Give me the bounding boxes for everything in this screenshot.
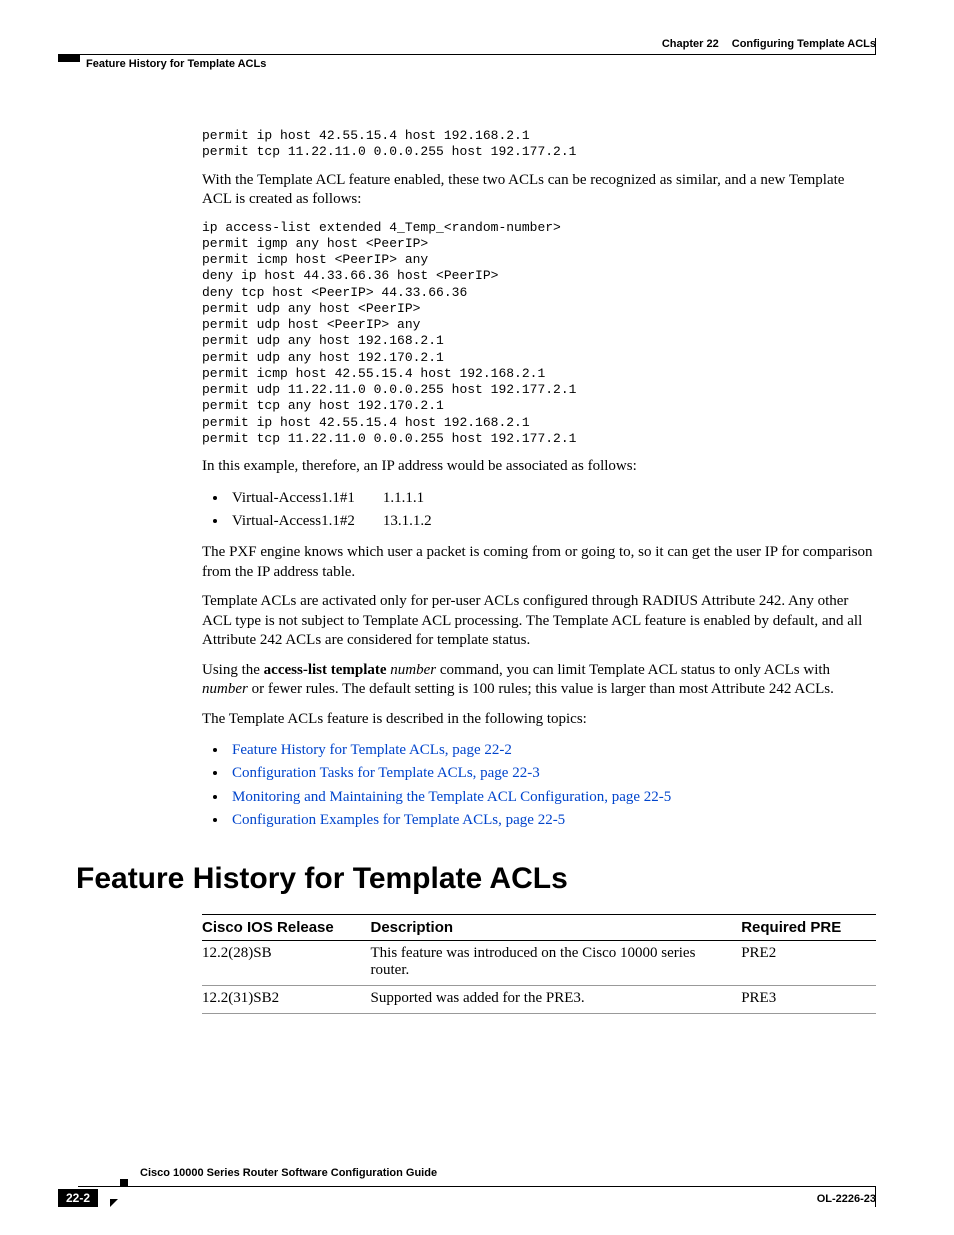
footer-rule-vertical	[875, 1187, 876, 1207]
paragraph: Using the access-list template number co…	[202, 661, 876, 700]
list-item: Virtual-Access1.1#213.1.1.2	[228, 510, 876, 533]
col-header: Required PRE	[741, 915, 876, 941]
code-block-2: ip access-list extended 4_Temp_<random-n…	[202, 220, 876, 448]
table-row: 12.2(31)SB2 Supported was added for the …	[202, 986, 876, 1014]
section-header: Feature History for Template ACLs	[86, 58, 266, 70]
cross-ref-link[interactable]: Configuration Tasks for Template ACLs, p…	[232, 765, 540, 781]
cross-ref-link[interactable]: Monitoring and Maintaining the Template …	[232, 789, 671, 805]
code-block-1: permit ip host 42.55.15.4 host 192.168.2…	[202, 128, 876, 161]
paragraph: The Template ACLs feature is described i…	[202, 710, 876, 730]
col-header: Description	[371, 915, 742, 941]
list-item: Feature History for Template ACLs, page …	[228, 739, 876, 762]
footer-accent	[120, 1179, 128, 1187]
paragraph: Template ACLs are activated only for per…	[202, 592, 876, 651]
section-heading: Feature History for Template ACLs	[76, 862, 876, 896]
page-content: permit ip host 42.55.15.4 host 192.168.2…	[202, 128, 876, 1014]
chapter-title: Configuring Template ACLs	[732, 38, 876, 50]
chapter-label: Chapter 22	[662, 38, 719, 50]
paragraph: In this example, therefore, an IP addres…	[202, 457, 876, 477]
cross-ref-link[interactable]: Configuration Examples for Template ACLs…	[232, 812, 565, 828]
list-item: Virtual-Access1.1#11.1.1.1	[228, 487, 876, 510]
list-item: Configuration Examples for Template ACLs…	[228, 809, 876, 832]
document-id: OL-2226-23	[817, 1193, 876, 1205]
footer-guide-title: Cisco 10000 Series Router Software Confi…	[140, 1167, 437, 1179]
table-row: 12.2(28)SB This feature was introduced o…	[202, 941, 876, 986]
paragraph: With the Template ACL feature enabled, t…	[202, 171, 876, 210]
page-badge-corner	[110, 1199, 118, 1207]
release-table: Cisco IOS Release Description Required P…	[202, 914, 876, 1014]
col-header: Cisco IOS Release	[202, 915, 371, 941]
paragraph: The PXF engine knows which user a packet…	[202, 543, 876, 582]
list-item: Monitoring and Maintaining the Template …	[228, 786, 876, 809]
topics-list: Feature History for Template ACLs, page …	[202, 739, 876, 832]
running-header: Chapter 22 Configuring Template ACLs	[78, 38, 876, 50]
bold-command: access-list template	[264, 662, 387, 678]
header-rule	[80, 54, 876, 55]
table-header-row: Cisco IOS Release Description Required P…	[202, 915, 876, 941]
footer-rule	[78, 1186, 876, 1187]
list-item: Configuration Tasks for Template ACLs, p…	[228, 762, 876, 785]
association-list: Virtual-Access1.1#11.1.1.1 Virtual-Acces…	[202, 487, 876, 534]
page-number-badge: 22-2	[58, 1189, 98, 1207]
cross-ref-link[interactable]: Feature History for Template ACLs, page …	[232, 742, 512, 758]
header-marker	[58, 54, 80, 62]
